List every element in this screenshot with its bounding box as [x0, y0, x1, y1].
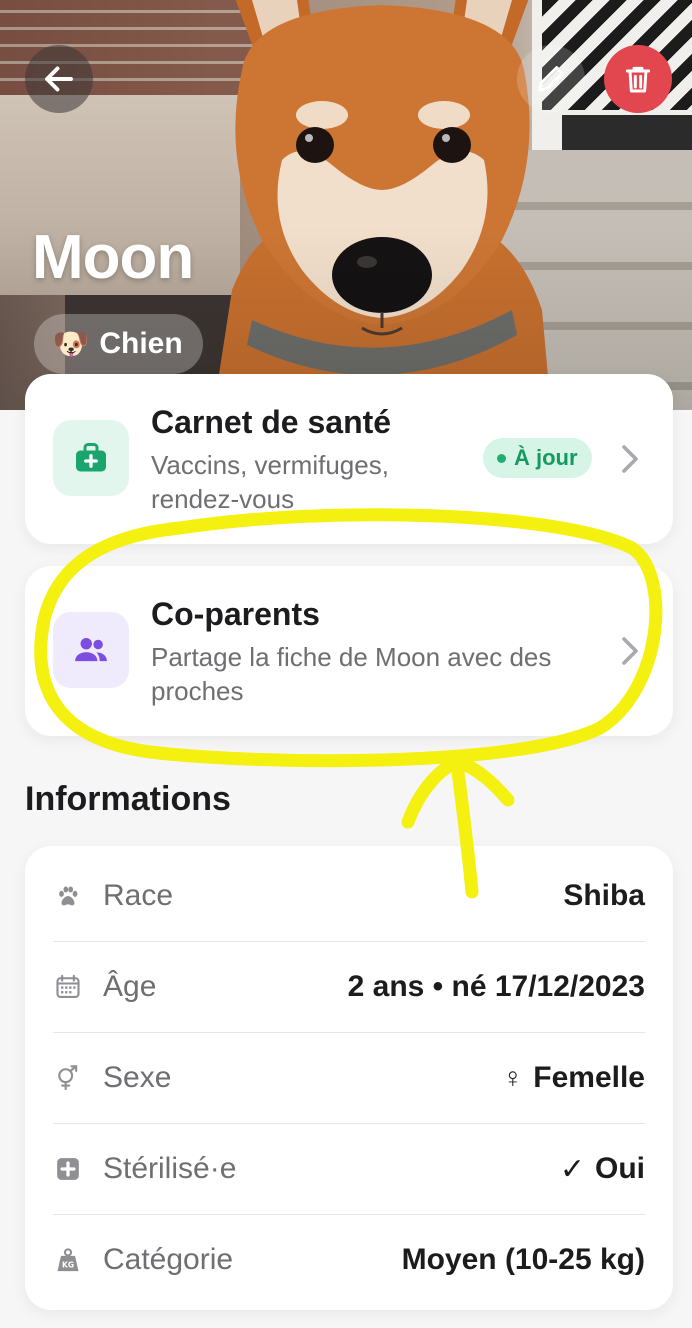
checkmark-icon: ✓ [559, 1152, 585, 1186]
sex-label: Sexe [103, 1061, 172, 1094]
category-label: Catégorie [103, 1243, 234, 1276]
weight-icon: KG [53, 1245, 83, 1275]
calendar-glyph [56, 974, 80, 998]
pet-name: Moon [32, 223, 194, 292]
weight-glyph: KG [57, 1248, 79, 1272]
age-value: 2 ans • né 17/12/2023 [347, 970, 645, 1003]
edit-button[interactable] [517, 45, 585, 113]
coparents-card[interactable]: Co-parents Partage la fiche de Moon avec… [25, 566, 673, 736]
trash-icon [625, 66, 651, 93]
medical-kit-glyph [76, 443, 106, 472]
info-row-race: Race Shiba [53, 850, 645, 941]
paw-glyph [59, 885, 78, 905]
gender-glyph [58, 1065, 78, 1091]
people-glyph [75, 637, 107, 662]
sex-value-text: Femelle [533, 1061, 645, 1094]
info-row-sterilized: Stérilisé·e ✓ Oui [53, 1123, 645, 1214]
coparents-subtitle: Partage la fiche de Moon avec des proche… [151, 642, 552, 706]
sterilized-value: ✓ Oui [560, 1152, 645, 1187]
sterilized-icon [53, 1154, 83, 1184]
arrow-left-icon [45, 66, 73, 92]
sterilized-label: Stérilisé·e [103, 1152, 237, 1185]
chevron-right-icon [622, 445, 638, 473]
info-row-sex: Sexe ♀ Femelle [53, 1032, 645, 1123]
medical-cross-glyph [57, 1158, 79, 1180]
info-row-age: Âge 2 ans • né 17/12/2023 [53, 941, 645, 1032]
status-label: À jour [514, 445, 578, 470]
informations-card: Race Shiba Âge 2 ans • né 17/12/2023 Sex… [25, 846, 673, 1310]
coparents-title: Co-parents [151, 596, 320, 632]
race-value: Shiba [563, 878, 645, 912]
category-value: Moyen (10-25 kg) [401, 1243, 645, 1276]
info-row-category: KG Catégorie Moyen (10-25 kg) [53, 1214, 645, 1305]
pencil-icon [538, 66, 564, 92]
health-record-card[interactable]: Carnet de santé Vaccins, vermifuges, ren… [25, 374, 673, 544]
health-record-subtitle: Vaccins, vermifuges, rendez-vous [151, 450, 389, 514]
species-badge: 🐶 Chien [34, 314, 203, 374]
female-symbol-icon: ♀ [502, 1062, 524, 1093]
status-dot [497, 453, 506, 463]
species-label: Chien [99, 327, 183, 360]
svg-text:KG: KG [62, 1261, 74, 1270]
people-icon [53, 612, 129, 688]
paw-icon [53, 881, 83, 911]
sterilized-value-text: Oui [595, 1152, 645, 1185]
informations-heading: Informations [25, 780, 231, 818]
status-badge: À jour [483, 438, 592, 478]
health-record-title: Carnet de santé [151, 404, 392, 440]
delete-button[interactable] [604, 45, 672, 113]
race-label: Race [103, 878, 174, 912]
chevron-right-icon [622, 637, 638, 665]
dog-face-icon: 🐶 [52, 327, 90, 361]
calendar-icon [53, 972, 83, 1002]
medical-kit-icon [53, 420, 129, 496]
age-label: Âge [103, 970, 157, 1003]
sex-value: ♀ Femelle [502, 1061, 645, 1095]
gender-icon [53, 1063, 83, 1093]
back-button[interactable] [25, 45, 93, 113]
